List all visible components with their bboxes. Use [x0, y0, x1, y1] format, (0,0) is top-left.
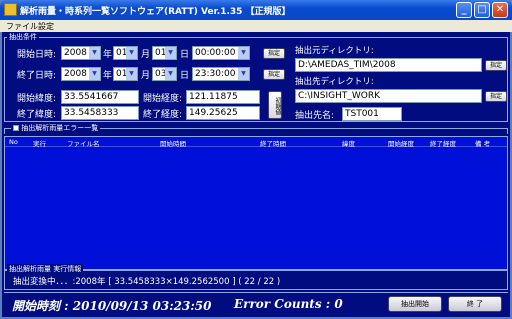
end-day-select[interactable]: 03 ▼ [152, 67, 177, 81]
start-month-select[interactable]: 01 ▼ [113, 46, 138, 60]
month-unit: 月 [141, 50, 151, 60]
col-lat: 緯度 [342, 140, 355, 148]
start-extract-button[interactable]: 抽出開始 [388, 296, 442, 312]
status-bar: 開始時刻 : 2010/09/13 03:23:50 Error Counts … [4, 292, 508, 315]
day-unit: 日 [180, 50, 190, 60]
error-list-checkbox[interactable] [13, 125, 19, 131]
end-specify-button[interactable]: 指定 [263, 69, 285, 80]
lon-end-field[interactable]: 149.25625 [186, 106, 260, 120]
dst-dir-label: 抽出先ディレクトリ: [295, 77, 374, 87]
main-content: 抽出条件 開始日時: 2008 ▼ 年 01 ▼ 月 01 ▼ 日 00:00:00 ▼… [2, 32, 510, 317]
lon-start-field[interactable]: 121.11875 [186, 90, 260, 104]
error-list-legend-text: 抽出解析雨量エラー一覧 [21, 124, 99, 132]
col-lon-start: 開始経度 [388, 140, 414, 148]
end-month-select[interactable]: 01 ▼ [113, 67, 138, 81]
menu-file[interactable]: ファイル [6, 21, 38, 32]
col-no: No [9, 138, 18, 146]
exec-info-legend: 抽出解析雨量 実行情報 [7, 264, 84, 274]
chevron-down-icon: ▼ [126, 68, 137, 80]
src-dir-label: 抽出元ディレクトリ: [295, 46, 374, 56]
day-unit: 日 [180, 71, 190, 81]
error-list-legend: 抽出解析雨量エラー一覧 [11, 123, 101, 133]
col-exec: 実行 [33, 140, 46, 148]
col-start-time: 開始時間 [160, 140, 186, 148]
lon-end-label: 終了経度: [143, 110, 183, 120]
initial-values-button[interactable]: 初期値 [268, 91, 282, 119]
start-time-value: 00:00:00 [195, 48, 236, 58]
start-year-select[interactable]: 2008 ▼ [61, 46, 101, 60]
year-unit: 年 [103, 71, 113, 81]
end-time-value: 23:30:00 [195, 69, 236, 79]
dst-dir-specify-button[interactable]: 指定 [485, 91, 507, 102]
year-unit: 年 [103, 50, 113, 60]
col-filename: ファイル名 [67, 140, 100, 148]
menu-bar: ファイル 設定 [0, 20, 512, 32]
lat-end-label: 終了緯度: [17, 110, 57, 120]
start-datetime-label: 開始日時: [17, 50, 57, 60]
start-day-select[interactable]: 01 ▼ [152, 46, 177, 60]
close-button[interactable]: ✕ [492, 2, 508, 18]
maximize-button[interactable]: □ [474, 2, 490, 18]
app-icon [4, 3, 17, 16]
error-counts-display: Error Counts : 0 [234, 297, 343, 311]
error-list-header: No 実行 ファイル名 開始時間 終了時間 緯度 開始経度 終了経度 備 考 [5, 137, 507, 148]
chevron-down-icon: ▼ [89, 68, 100, 80]
dest-name-label: 抽出先名: [295, 111, 335, 121]
chevron-down-icon: ▼ [238, 68, 249, 80]
src-dir-field[interactable]: D:\AMEDAS_TIM\2008 [295, 58, 482, 72]
end-year-select[interactable]: 2008 ▼ [61, 67, 101, 81]
error-list-group: 抽出解析雨量エラー一覧 [4, 123, 508, 134]
col-lon-end: 終了経度 [430, 140, 456, 148]
chevron-down-icon: ▼ [165, 47, 176, 59]
exec-info-message: 抽出変換中．．．:2008年 [ 33.5458333×149.2562500 … [13, 277, 281, 287]
lat-start-field[interactable]: 33.5541667 [61, 90, 139, 104]
lat-start-label: 開始緯度: [17, 94, 57, 104]
start-time-select[interactable]: 00:00:00 ▼ [192, 46, 250, 60]
dst-dir-field[interactable]: C:\INSIGHT_WORK [295, 89, 482, 103]
exit-button[interactable]: 終 了 [448, 296, 502, 312]
src-dir-specify-button[interactable]: 指定 [485, 60, 507, 71]
start-time-display: 開始時刻 : 2010/09/13 03:23:50 [12, 299, 212, 313]
end-time-select[interactable]: 23:30:00 ▼ [192, 67, 250, 81]
lon-start-label: 開始経度: [143, 94, 183, 104]
end-year-value: 2008 [64, 69, 87, 79]
month-unit: 月 [141, 71, 151, 81]
extract-legend: 抽出条件 [7, 32, 39, 42]
chevron-down-icon: ▼ [89, 47, 100, 59]
chevron-down-icon: ▼ [126, 47, 137, 59]
col-notes: 備 考 [475, 140, 491, 148]
chevron-down-icon: ▼ [238, 47, 249, 59]
error-list-table[interactable]: No 実行 ファイル名 開始時間 終了時間 緯度 開始経度 終了経度 備 考 [4, 136, 508, 271]
minimize-button[interactable]: _ [456, 2, 472, 18]
chevron-down-icon: ▼ [165, 68, 176, 80]
dest-name-field[interactable]: TST001 [342, 107, 402, 121]
col-end-time: 終了時間 [260, 140, 286, 148]
end-datetime-label: 終了日時: [17, 71, 57, 81]
exec-info-group: 抽出解析雨量 実行情報 抽出変換中．．．:2008年 [ 33.5458333×… [4, 264, 508, 290]
menu-settings[interactable]: 設定 [38, 21, 54, 32]
extract-conditions-group: 抽出条件 開始日時: 2008 ▼ 年 01 ▼ 月 01 ▼ 日 00:00:00 ▼… [4, 32, 508, 122]
title-bar: 解析雨量・時系列一覧ソフトウェア(RATT) Ver.1.35 【正規版】 _ … [0, 0, 512, 20]
window-title: 解析雨量・時系列一覧ソフトウェア(RATT) Ver.1.35 【正規版】 [20, 7, 291, 17]
start-year-value: 2008 [64, 48, 87, 58]
lat-end-field[interactable]: 33.5458333 [61, 106, 139, 120]
start-specify-button[interactable]: 指定 [263, 48, 285, 59]
